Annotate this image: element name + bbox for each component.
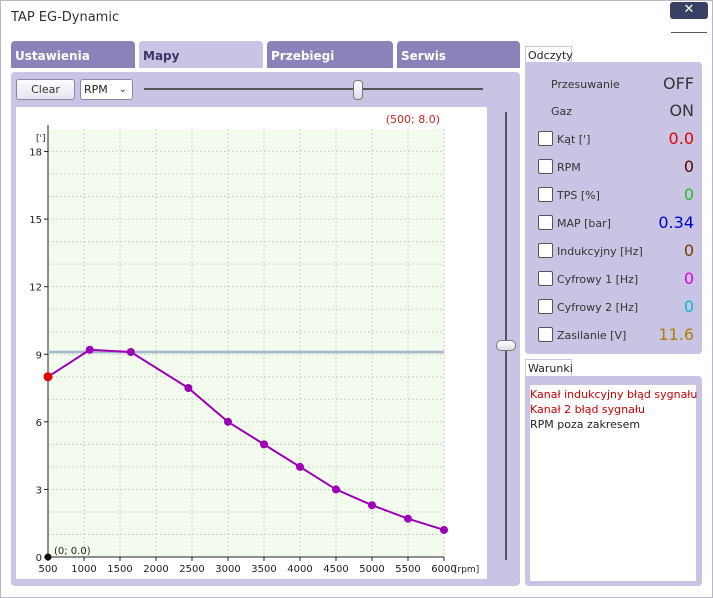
reading-label: Cyfrowy 2 [Hz] <box>557 301 639 314</box>
reading-label: Kąt ['] <box>557 133 591 146</box>
reading-value: 0 <box>683 185 694 204</box>
close-button[interactable]: ✕ <box>670 2 708 19</box>
reading-checkbox[interactable] <box>538 243 553 258</box>
reading-value: 11.6 <box>658 325 694 344</box>
window-title: TAP EG-Dynamic <box>11 10 120 25</box>
y-tick-label: 15 <box>29 215 42 226</box>
reading-checkbox[interactable] <box>538 215 553 230</box>
tab-przebiegi-sygnalow[interactable]: Przebiegi sygnałów <box>267 41 393 94</box>
axis-select-value: RPM <box>84 83 108 96</box>
y-tick-label: 9 <box>36 350 42 361</box>
condition-item: Kanał 2 błąd sygnału <box>530 403 645 416</box>
x-axis-label: [rpm] <box>454 565 479 575</box>
x-tick-label: 500 <box>38 564 57 575</box>
map-chart[interactable]: 500 1000 1500 2000 2500 3000 3500 4000 4500 5000 5… <box>16 107 487 579</box>
tab-mapy[interactable]: Mapy <box>139 41 263 68</box>
reading-value: 0 <box>683 269 694 288</box>
reading-label: TPS [%] <box>557 189 600 202</box>
reading-row: TPS [%] 0 <box>525 185 702 205</box>
reading-checkbox[interactable] <box>538 299 553 314</box>
series-point[interactable] <box>85 345 94 354</box>
x-tick-label: 6000 <box>431 564 456 575</box>
title-bar: TAP EG-Dynamic ✕ <box>1 1 712 33</box>
reading-row: MAP [bar] 0.34 <box>525 213 702 233</box>
series-point[interactable] <box>368 501 376 510</box>
x-tick-label: 3000 <box>215 564 240 575</box>
reading-row: Indukcyjny [Hz] 0 <box>525 241 702 261</box>
reading-label: Indukcyjny [Hz] <box>557 245 643 258</box>
series-point[interactable] <box>43 372 53 382</box>
tab-ustawienia[interactable]: Ustawienia <box>11 41 135 68</box>
conditions-tab: Warunki <box>525 359 573 377</box>
x-tick-label: 4500 <box>323 564 348 575</box>
reading-value: 0 <box>683 157 694 176</box>
series-point[interactable] <box>260 440 268 449</box>
horizontal-slider-track[interactable] <box>144 88 483 90</box>
series-point[interactable] <box>332 485 340 494</box>
reading-checkbox[interactable] <box>538 159 553 174</box>
x-tick-label: 2500 <box>179 564 204 575</box>
tab-serwis[interactable]: Serwis <box>397 41 520 68</box>
reading-row-gaz: Gaz ON <box>525 101 702 121</box>
series-point[interactable] <box>224 417 232 426</box>
reading-label: Zasilanie [V] <box>557 329 627 342</box>
reading-value: 0.34 <box>658 213 694 232</box>
reading-value: 0 <box>683 241 694 260</box>
reading-label: MAP [bar] <box>557 217 611 230</box>
reading-checkbox[interactable] <box>538 327 553 342</box>
reading-checkbox[interactable] <box>538 131 553 146</box>
reading-value: OFF <box>663 74 694 93</box>
condition-item: RPM poza zakresem <box>530 418 641 431</box>
y-tick-label: 12 <box>29 283 42 294</box>
x-tick-label: 1500 <box>107 564 132 575</box>
vertical-slider-thumb[interactable] <box>496 339 516 351</box>
series-point[interactable] <box>296 462 304 471</box>
title-divider <box>671 32 707 33</box>
axis-select[interactable]: RPM ⌄ <box>80 79 133 100</box>
series-point[interactable] <box>184 384 193 393</box>
reading-row: Cyfrowy 2 [Hz] 0 <box>525 297 702 317</box>
cursor-readout: (500; 8.0) <box>386 113 440 126</box>
reading-label: Przesuwanie <box>551 78 620 91</box>
reading-value: ON <box>669 101 694 120</box>
y-tick-label: 0 <box>36 553 42 564</box>
clear-button[interactable]: Clear <box>16 79 75 100</box>
reading-value: 0 <box>683 297 694 316</box>
reading-checkbox[interactable] <box>538 187 553 202</box>
reading-checkbox[interactable] <box>538 271 553 286</box>
x-tick-label: 5000 <box>359 564 384 575</box>
reading-row-przesuwanie: Przesuwanie OFF <box>525 74 702 94</box>
origin-point <box>44 553 52 561</box>
reading-label: RPM <box>557 161 581 174</box>
vertical-slider-track[interactable] <box>505 112 507 560</box>
chevron-down-icon: ⌄ <box>118 84 127 95</box>
y-tick-label: 3 <box>36 485 42 496</box>
series-point[interactable] <box>440 525 448 534</box>
reading-row: Zasilanie [V] 11.6 <box>525 325 702 345</box>
x-tick-label: 3500 <box>251 564 276 575</box>
horizontal-slider-thumb[interactable] <box>352 80 363 100</box>
reading-row: Cyfrowy 1 [Hz] 0 <box>525 269 702 289</box>
plot-background-upper <box>48 129 444 557</box>
x-tick-label: 5500 <box>395 564 420 575</box>
y-tick-label: 18 <box>29 148 42 159</box>
y-tick-label: 6 <box>36 418 42 429</box>
series-point[interactable] <box>404 514 412 523</box>
x-tick-label: 4000 <box>287 564 312 575</box>
reading-row: Kąt ['] 0.0 <box>525 129 702 149</box>
series-point[interactable] <box>126 348 135 357</box>
x-tick-label: 1000 <box>71 564 96 575</box>
y-axis-label: ['] <box>36 134 46 144</box>
reading-label: Cyfrowy 1 [Hz] <box>557 273 639 286</box>
reading-value: 0.0 <box>668 129 694 148</box>
condition-item: Kanał indukcyjny błąd sygnału <box>530 388 698 401</box>
origin-label: (0; 0.0) <box>54 546 91 557</box>
reading-label: Gaz <box>551 105 573 118</box>
x-tick-label: 2000 <box>143 564 168 575</box>
reading-row: RPM 0 <box>525 157 702 177</box>
